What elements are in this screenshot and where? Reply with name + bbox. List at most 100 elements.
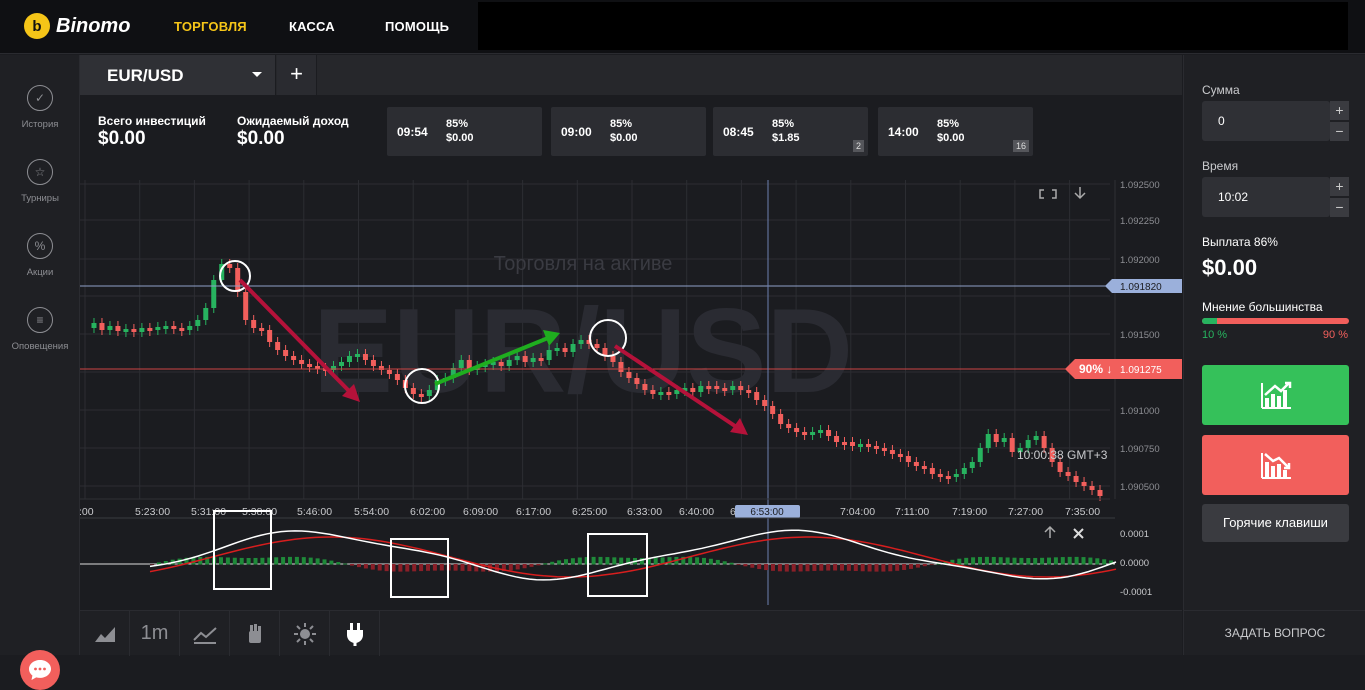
osc-histogram-bar bbox=[957, 558, 962, 565]
ask-question-button[interactable]: ЗАДАТЬ ВОПРОС bbox=[1184, 610, 1365, 655]
osc-histogram-bar bbox=[1067, 556, 1072, 565]
candle-body bbox=[698, 386, 704, 392]
sum-decrement-button[interactable]: − bbox=[1330, 122, 1349, 141]
osc-histogram-bar bbox=[460, 564, 465, 571]
candle-body bbox=[770, 406, 776, 414]
candle-body bbox=[634, 378, 640, 384]
nav-cashier[interactable]: КАССА bbox=[289, 19, 335, 34]
indicators-button[interactable] bbox=[180, 611, 230, 656]
sidebar-item-promos[interactable]: % Акции bbox=[0, 233, 80, 278]
candle-body bbox=[929, 468, 935, 474]
timeframe-button[interactable]: 1m bbox=[130, 611, 180, 656]
osc-histogram-bar bbox=[239, 557, 244, 565]
osc-histogram-bar bbox=[384, 564, 389, 572]
osc-histogram-bar bbox=[1040, 557, 1045, 565]
osc-histogram-bar bbox=[702, 557, 706, 565]
candle-body bbox=[554, 348, 560, 351]
deal-time: 09:00 bbox=[561, 125, 592, 139]
osc-histogram-bar bbox=[840, 564, 844, 571]
nav-help[interactable]: ПОМОЩЬ bbox=[385, 19, 449, 34]
osc-histogram-bar bbox=[909, 564, 913, 569]
info-bar: Всего инвестиций $0.00 Ожидаемый доход $… bbox=[80, 95, 1182, 180]
deal-card[interactable]: 08:45 85% $1.85 2 bbox=[713, 107, 868, 156]
candle-body bbox=[562, 348, 568, 352]
sum-increment-button[interactable]: + bbox=[1330, 101, 1349, 120]
candle-body bbox=[857, 444, 863, 447]
candle-body bbox=[147, 328, 153, 331]
osc-histogram-bar bbox=[225, 557, 230, 565]
majority-down-percent: 90 % bbox=[1322, 329, 1348, 341]
expected-income-label: Ожидаемый доход bbox=[237, 114, 349, 128]
candle-body bbox=[714, 386, 720, 389]
candle-body bbox=[818, 430, 824, 433]
chevron-down-icon[interactable] bbox=[252, 72, 262, 77]
theme-toggle-button[interactable] bbox=[280, 611, 330, 656]
candle-body bbox=[267, 330, 273, 342]
osc-histogram-bar bbox=[764, 564, 769, 571]
price-tick-label: 1.090500 bbox=[1120, 482, 1160, 493]
candle-body bbox=[1089, 486, 1095, 490]
nav-trading[interactable]: ТОРГОВЛЯ bbox=[174, 19, 247, 34]
osc-histogram-bar bbox=[860, 564, 865, 572]
osc-histogram-bar bbox=[508, 564, 513, 571]
plug-icon bbox=[346, 622, 363, 646]
candle-body bbox=[1041, 436, 1047, 448]
sidebar-item-tournaments[interactable]: ☆ Турниры bbox=[0, 159, 80, 204]
candle-body bbox=[115, 326, 121, 331]
osc-histogram-bar bbox=[398, 564, 403, 572]
osc-histogram-bar bbox=[598, 556, 603, 565]
price-chart[interactable]: Торговля на активе EUR/USD 1.092500 1.092… bbox=[79, 180, 1182, 610]
osc-histogram-bar bbox=[1033, 557, 1038, 565]
candlestick-chart[interactable]: Торговля на активе EUR/USD 1.0925001.092… bbox=[79, 180, 1182, 610]
buy-up-button[interactable] bbox=[1202, 365, 1349, 425]
osc-histogram-bar bbox=[667, 557, 672, 565]
osc-histogram-bar bbox=[888, 564, 893, 572]
candle-body bbox=[394, 374, 400, 380]
sidebar-item-notifications[interactable]: ≡ Оповещения bbox=[0, 307, 80, 352]
time-input[interactable]: 10:02 bbox=[1202, 177, 1330, 217]
candle-body bbox=[195, 320, 201, 326]
chart-up-icon bbox=[1260, 381, 1291, 409]
trade-panel: Сумма 0 + − Время 10:02 + − Выплата 86% … bbox=[1183, 55, 1365, 655]
deal-card[interactable]: 14:00 85% $0.00 16 bbox=[878, 107, 1033, 156]
candle-body bbox=[458, 360, 464, 368]
chart-type-button[interactable] bbox=[80, 611, 130, 656]
time-increment-button[interactable]: + bbox=[1330, 177, 1349, 196]
deal-card[interactable]: 09:00 85% $0.00 bbox=[551, 107, 706, 156]
chat-button[interactable] bbox=[20, 650, 60, 690]
close-icon bbox=[1073, 528, 1084, 539]
time-decrement-button[interactable]: − bbox=[1330, 198, 1349, 217]
deal-amount: $0.00 bbox=[610, 132, 638, 144]
binomo-logo[interactable]: b Binomo bbox=[24, 13, 130, 39]
candle-body bbox=[91, 323, 97, 328]
candle-body bbox=[650, 390, 656, 394]
candle-body bbox=[498, 362, 504, 366]
deal-amount: $0.00 bbox=[937, 132, 965, 144]
osc-histogram-bar bbox=[405, 564, 410, 572]
sell-down-button[interactable] bbox=[1202, 435, 1349, 495]
drawing-tools-button[interactable] bbox=[230, 611, 280, 656]
osc-histogram-bar bbox=[1102, 559, 1107, 565]
banner-area bbox=[478, 2, 1348, 50]
add-asset-button[interactable]: + bbox=[277, 55, 317, 95]
candle-body bbox=[530, 358, 536, 362]
osc-histogram-bar bbox=[922, 564, 927, 567]
candle-body bbox=[107, 326, 113, 330]
candle-body bbox=[578, 340, 584, 344]
osc-histogram-bar bbox=[260, 557, 265, 565]
deal-card[interactable]: 09:54 85% $0.00 bbox=[387, 107, 542, 156]
sidebar-item-history[interactable]: ✓ История bbox=[0, 85, 80, 130]
deal-percent: 85% bbox=[772, 118, 795, 130]
sum-input[interactable]: 0 bbox=[1202, 101, 1330, 141]
candle-body bbox=[1081, 482, 1087, 486]
asset-tab-eurusd[interactable]: EUR/USD bbox=[80, 55, 276, 95]
connection-button[interactable] bbox=[330, 611, 380, 656]
osc-histogram-bar bbox=[612, 557, 617, 565]
price-tick-label: 1.091500 bbox=[1120, 330, 1160, 341]
time-label: Время bbox=[1202, 159, 1239, 173]
hotkeys-button[interactable]: Горячие клавиши bbox=[1202, 504, 1349, 542]
osc-histogram-bar bbox=[715, 559, 720, 565]
download-arrow-icon bbox=[1074, 187, 1086, 200]
svg-text:6:53:00: 6:53:00 bbox=[750, 507, 784, 518]
chart-toolbar: 1m bbox=[80, 610, 1182, 656]
